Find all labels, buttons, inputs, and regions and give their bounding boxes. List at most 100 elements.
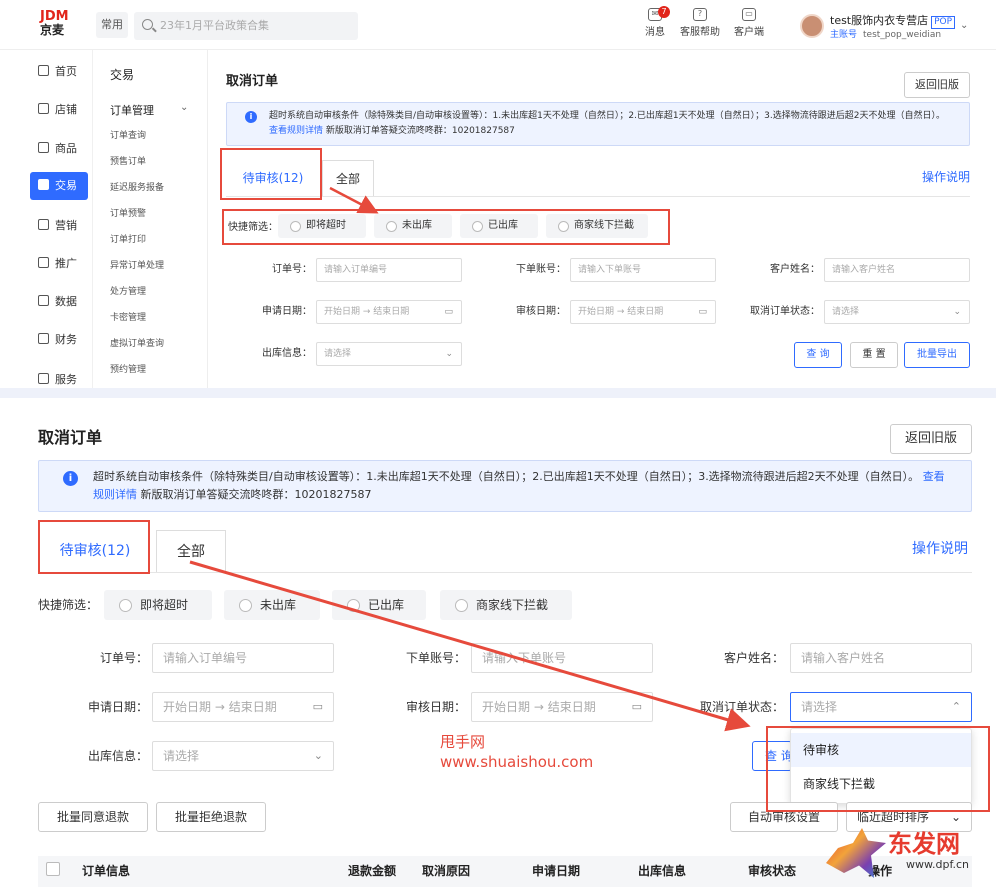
chevron-down-icon: ⌄: [180, 102, 189, 113]
top-screenshot: JDM 京麦 常用 23年1月平台政策合集 ✉ 7 消息 ? 客服帮助 ▭ 客户…: [0, 0, 996, 388]
reset-button[interactable]: 重 置: [850, 342, 898, 368]
review-end-date: 结束日期: [547, 700, 596, 714]
notice-text: 超时系统自动审核条件（除特殊类目/自动审核设置等）：1.未出库超1天不处理（自然…: [93, 470, 920, 483]
review-start-date: 开始日期: [578, 307, 615, 317]
tab-pending[interactable]: 待审核(12): [226, 160, 320, 196]
tab-pending[interactable]: 待审核(12): [40, 530, 150, 572]
quick-filter-chip[interactable]: 已出库: [332, 590, 426, 620]
common-button[interactable]: 常用: [96, 12, 128, 38]
sub-nav-item[interactable]: 订单预警: [110, 206, 146, 219]
nav-item-home[interactable]: 首页: [30, 58, 88, 86]
cancel-status-select[interactable]: 请选择 ⌄: [824, 300, 970, 324]
quick-filter-chip[interactable]: 商家线下拦截: [440, 590, 572, 620]
query-button[interactable]: 查 询: [752, 741, 792, 771]
account-info: 主账号 test_pop_weidian: [830, 27, 941, 40]
nav-item-finance[interactable]: 财务: [30, 326, 88, 354]
col-apply-date: 申请日期: [532, 864, 581, 878]
rule-detail-link[interactable]: 查看规则详情: [269, 126, 323, 136]
nav-item-goods[interactable]: 商品: [30, 135, 88, 163]
quick-filter-chip[interactable]: 未出库: [374, 214, 452, 238]
order-account-input[interactable]: 请输入下单账号: [570, 258, 716, 282]
apply-date-range[interactable]: 开始日期 → 结束日期 ▭: [152, 692, 334, 722]
back-old-version-button[interactable]: 返回旧版: [890, 424, 972, 454]
panel-separator: [0, 388, 996, 398]
sub-nav-item[interactable]: 延迟服务报备: [110, 180, 164, 193]
arrow-right-icon: →: [530, 700, 548, 714]
client-icon: ▭: [742, 8, 756, 21]
customer-name-input[interactable]: 请输入客户姓名: [824, 258, 970, 282]
batch-agree-refund-button[interactable]: 批量同意退款: [38, 802, 148, 832]
quick-filter-chip[interactable]: 未出库: [224, 590, 320, 620]
help-link[interactable]: 操作说明: [922, 168, 970, 185]
apply-start-date: 开始日期: [324, 307, 361, 317]
order-no-input[interactable]: 请输入订单编号: [316, 258, 462, 282]
select-all-checkbox[interactable]: [46, 862, 60, 876]
outbound-info-label: 出库信息：: [262, 348, 312, 359]
service-icon: [38, 373, 49, 384]
review-date-range[interactable]: 开始日期 → 结束日期 ▭: [570, 300, 716, 324]
batch-export-button[interactable]: 批量导出: [904, 342, 970, 368]
dropdown-option-offline-intercept[interactable]: 商家线下拦截: [791, 767, 971, 801]
client-button[interactable]: ▭ 客户端: [726, 8, 772, 38]
message-button[interactable]: ✉ 7 消息: [632, 6, 678, 38]
query-button[interactable]: 查 询: [794, 342, 842, 368]
sub-nav-group[interactable]: 订单管理 ⌄: [110, 102, 188, 118]
chevron-down-icon[interactable]: ⌄: [960, 20, 968, 31]
outbound-info-label: 出库信息：: [87, 749, 148, 763]
global-search-input[interactable]: 23年1月平台政策合集: [134, 12, 358, 40]
account-id: test_pop_weidian: [863, 30, 942, 40]
avatar[interactable]: [800, 14, 824, 38]
outbound-info-select[interactable]: 请选择 ⌄: [152, 741, 334, 771]
sub-nav-item[interactable]: 预售订单: [110, 154, 146, 167]
help-label: 客服帮助: [680, 27, 720, 38]
sub-nav-item[interactable]: 订单打印: [110, 232, 146, 245]
sub-nav: 交易 订单管理 ⌄ 订单查询 预售订单 延迟服务报备 订单预警 订单打印 异常订单…: [92, 50, 208, 388]
sub-nav-item[interactable]: 卡密管理: [110, 310, 146, 323]
batch-reject-refund-button[interactable]: 批量拒绝退款: [156, 802, 266, 832]
customer-name-input[interactable]: 请输入客户姓名: [790, 643, 972, 673]
logo-text-bottom: 京麦: [40, 23, 65, 37]
tab-all[interactable]: 全部: [156, 530, 226, 572]
sub-nav-item[interactable]: 处方管理: [110, 284, 146, 297]
outbound-info-select[interactable]: 请选择 ⌄: [316, 342, 462, 366]
nav-item-service[interactable]: 服务: [30, 366, 88, 388]
back-old-version-button[interactable]: 返回旧版: [904, 72, 970, 98]
review-start-date: 开始日期: [482, 700, 531, 714]
notice-tail: 新版取消订单答疑交流咚咚群：10201827587: [325, 126, 515, 136]
auto-review-settings-button[interactable]: 自动审核设置: [730, 802, 838, 832]
apply-start-date: 开始日期: [163, 700, 212, 714]
notice-tail: 新版取消订单答疑交流咚咚群：10201827587: [140, 488, 372, 501]
logo-text-top: JDM: [40, 9, 69, 24]
sub-nav-item[interactable]: 异常订单处理: [110, 258, 164, 271]
dropdown-option-pending[interactable]: 待审核: [791, 733, 971, 767]
cancel-status-select[interactable]: 请选择 ⌃: [790, 692, 972, 722]
quick-filter-chip[interactable]: 已出库: [460, 214, 538, 238]
nav-item-data[interactable]: 数据: [30, 288, 88, 316]
nav-item-promote[interactable]: 推广: [30, 250, 88, 278]
quick-filter-chip[interactable]: 即将超时: [278, 214, 366, 238]
watermark-url: www.shuaishou.com: [440, 753, 594, 771]
tab-all[interactable]: 全部: [322, 160, 374, 196]
apply-date-range[interactable]: 开始日期 → 结束日期 ▭: [316, 300, 462, 324]
order-account-input[interactable]: 请输入下单账号: [471, 643, 653, 673]
help-link[interactable]: 操作说明: [912, 538, 968, 558]
col-order-info: 订单信息: [82, 864, 131, 878]
calendar-icon: ▭: [698, 307, 707, 317]
chevron-down-icon: ⌄: [953, 307, 961, 317]
quick-filter-chip[interactable]: 即将超时: [104, 590, 212, 620]
data-icon: [38, 295, 49, 306]
logo[interactable]: JDM 京麦: [40, 10, 80, 36]
nav-item-marketing[interactable]: 营销: [30, 212, 88, 240]
nav-item-trade[interactable]: 交易: [30, 172, 88, 200]
review-date-range[interactable]: 开始日期 → 结束日期 ▭: [471, 692, 653, 722]
sub-nav-item[interactable]: 预约管理: [110, 362, 146, 375]
quick-filter-chip[interactable]: 商家线下拦截: [546, 214, 648, 238]
nav-label: 数据: [55, 295, 77, 308]
help-button[interactable]: ? 客服帮助: [677, 8, 723, 38]
sub-nav-item[interactable]: 订单查询: [110, 128, 146, 141]
nav-item-store[interactable]: 店铺: [30, 96, 88, 124]
nav-label: 交易: [55, 179, 77, 192]
sub-nav-item[interactable]: 虚拟订单查询: [110, 336, 164, 349]
page-title: 取消订单: [38, 428, 103, 447]
order-no-input[interactable]: 请输入订单编号: [152, 643, 334, 673]
